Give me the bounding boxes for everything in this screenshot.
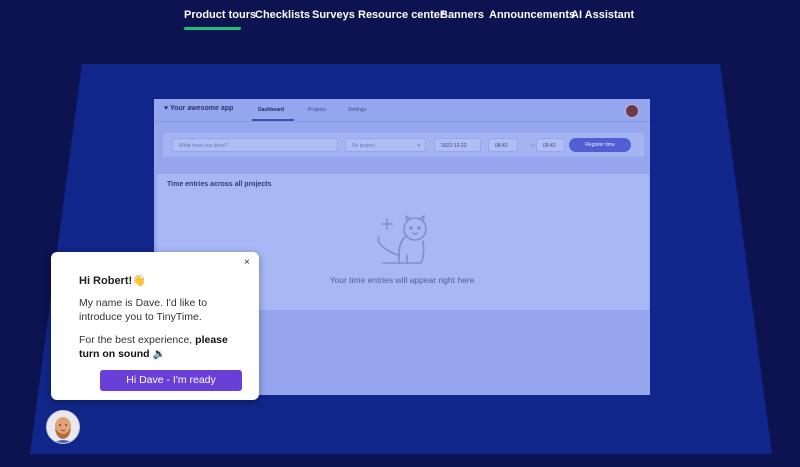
end-time-field[interactable]: 09:42 [536,138,565,152]
chevron-down-icon: ▾ [417,143,420,149]
time-entry-toolbar: What have you done? No project ▾ 2022-12… [163,133,644,157]
project-select[interactable]: No project ▾ [345,138,426,152]
tab-settings[interactable]: Settings [348,107,366,113]
nav-banners[interactable]: Banners [440,9,484,21]
app-header: ♥ Your awesome app Dashboard Projects Se… [154,99,650,122]
app-logo[interactable]: ♥ Your awesome app [164,105,233,112]
date-field[interactable]: 2022-12-22 [434,138,481,152]
tab-active-underline [252,119,294,121]
popup-sound-prefix: For the best experience, [79,334,196,346]
speaker-icon: 🔉 [149,348,166,360]
description-input[interactable]: What have you done? [172,138,338,152]
ready-button[interactable]: Hi Dave - I'm ready [100,370,242,391]
project-select-value: No project [352,143,375,149]
cat-empty-state-icon [377,215,427,264]
register-time-button[interactable]: Register time [569,138,631,152]
empty-state-message: Your time entries will appear right here [329,275,475,285]
heart-icon: ♥ [164,105,169,112]
nav-surveys[interactable]: Surveys [312,9,355,21]
app-logo-label: Your awesome app [169,105,234,112]
active-tab-indicator [184,27,241,30]
tab-projects[interactable]: Projects [308,107,326,113]
user-avatar[interactable] [625,104,639,118]
time-entries-title: Time entries across all projects [167,181,272,188]
nav-checklists[interactable]: Checklists [255,9,310,21]
popup-intro-text: My name is Dave. I'd like to introduce y… [79,297,208,323]
nav-product-tours[interactable]: Product tours [184,9,256,21]
tab-dashboard[interactable]: Dashboard [258,107,284,113]
tour-popup: × Hi Robert!👋 My name is Dave. I'd like … [51,252,259,400]
start-time-field[interactable]: 08:42 [488,138,518,152]
nav-resource-center[interactable]: Resource center [358,9,444,21]
nav-announcements[interactable]: Announcements [489,9,575,21]
guide-avatar[interactable] [46,410,80,444]
close-icon[interactable]: × [244,257,250,268]
popup-greeting: Hi Robert!👋 [79,275,146,287]
nav-ai-assistant[interactable]: AI Assistant [571,9,634,21]
top-nav: Product tours Checklists Surveys Resourc… [0,0,800,40]
popup-sound-text: For the best experience, please turn on … [79,333,249,361]
bald-man-avatar-icon [53,417,73,443]
